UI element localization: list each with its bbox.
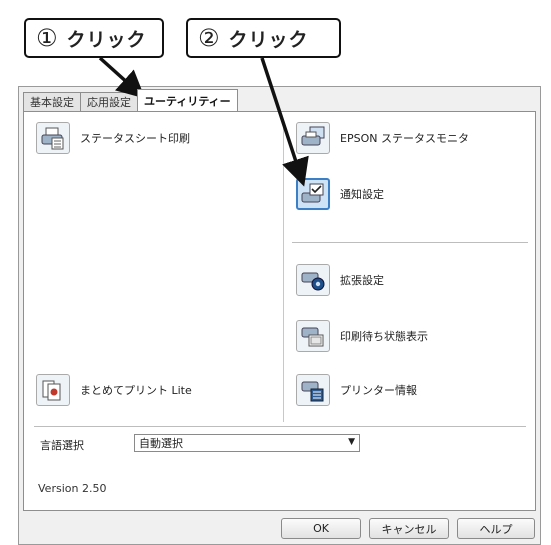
callout-1-arrow xyxy=(98,56,146,99)
callout-arrows xyxy=(98,56,309,187)
callout-2-arrow xyxy=(260,57,309,187)
tab-utility[interactable]: ユーティリティー xyxy=(137,89,238,111)
